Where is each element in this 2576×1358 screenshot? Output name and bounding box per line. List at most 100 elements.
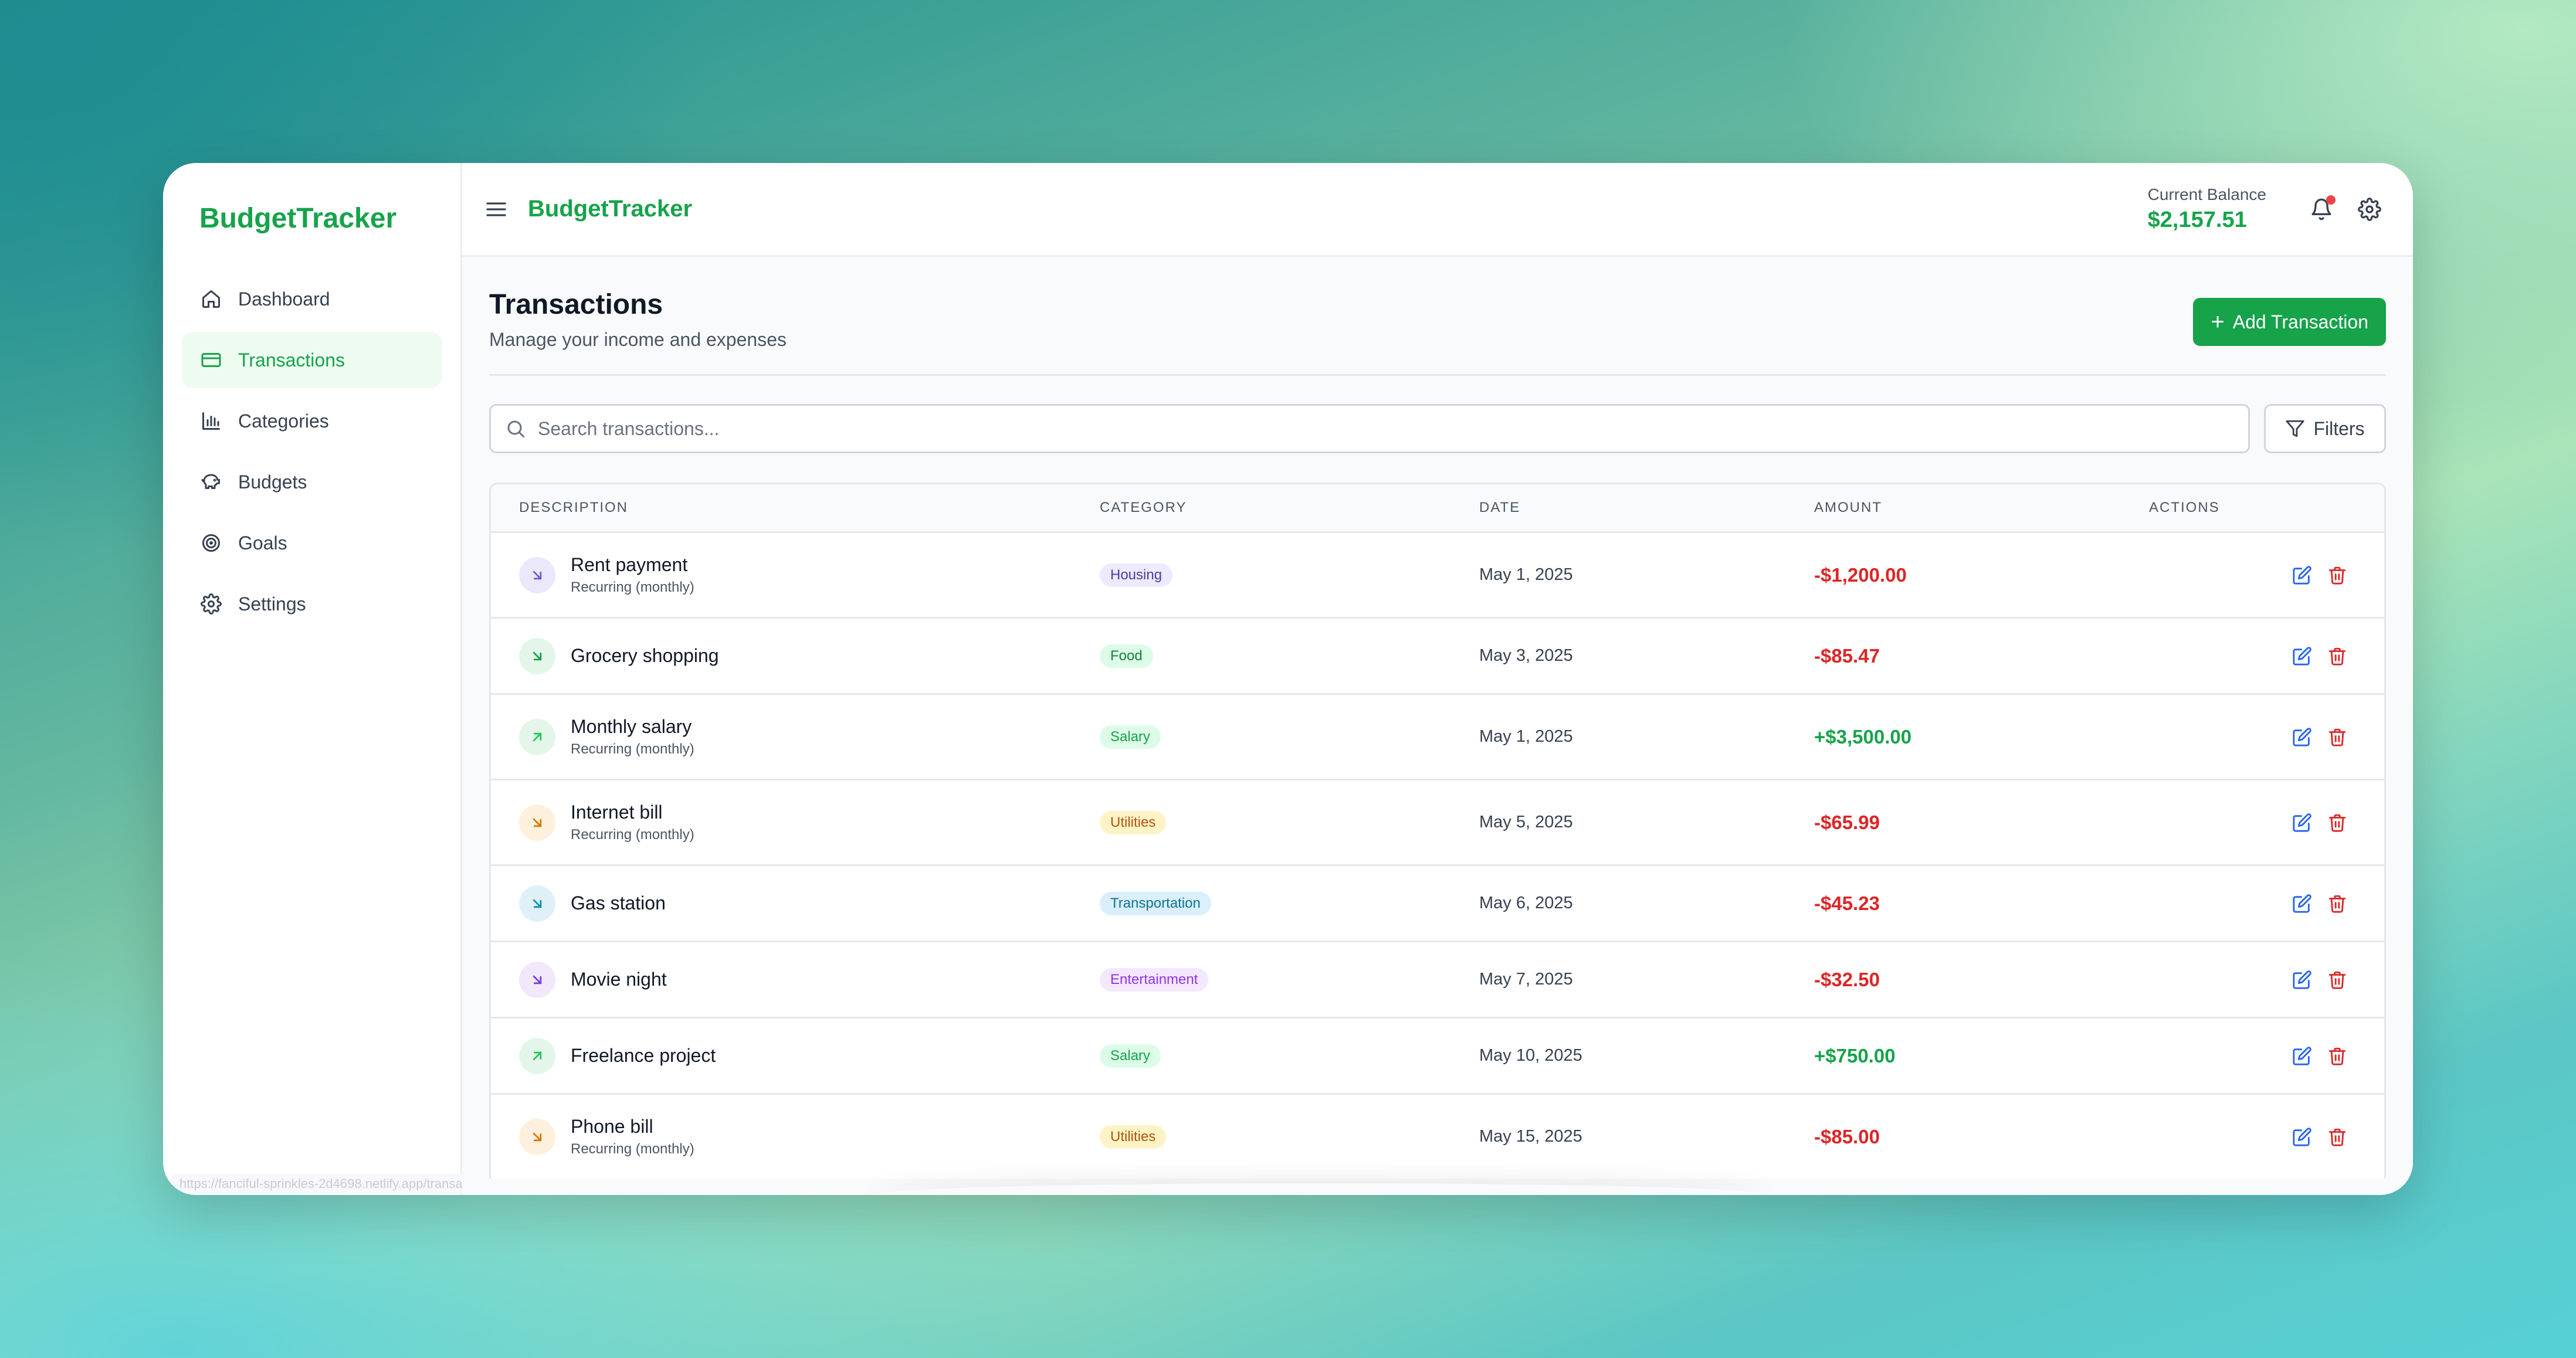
- category-badge: Food: [1100, 644, 1153, 668]
- amount-cell: -$32.50: [1814, 968, 1880, 990]
- header-brand[interactable]: BudgetTracker: [528, 196, 692, 222]
- piggy-bank-icon: [199, 470, 223, 494]
- header-amount: Amount: [1814, 500, 1882, 515]
- description-cell: Gas station: [519, 885, 1100, 922]
- arrow-down-right-icon: [519, 961, 555, 998]
- sidebar-item-label: Categories: [238, 410, 329, 432]
- category-badge: Salary: [1100, 725, 1161, 749]
- category-badge: Utilities: [1100, 810, 1167, 834]
- date-cell: May 1, 2025: [1479, 565, 1573, 584]
- amount-cell: -$85.47: [1814, 644, 1880, 667]
- trash-icon[interactable]: [2324, 967, 2350, 993]
- transaction-recurrence: Recurring (monthly): [571, 741, 694, 757]
- search-box: [489, 404, 2250, 453]
- sidebar-item-label: Dashboard: [238, 288, 330, 310]
- actions-cell: [2149, 562, 2356, 588]
- actions-cell: [2149, 1043, 2356, 1069]
- menu-icon[interactable]: [484, 198, 508, 221]
- page-subtitle: Manage your income and expenses: [489, 329, 787, 350]
- arrow-down-right-icon: [519, 1118, 555, 1155]
- status-url: https://fanciful-sprinkles-2d4698.netlif…: [171, 1174, 505, 1194]
- transaction-title: Phone bill: [571, 1116, 653, 1137]
- filters-label: Filters: [2313, 417, 2365, 439]
- date-cell: May 5, 2025: [1479, 813, 1573, 831]
- search-row: Filters: [489, 404, 2386, 453]
- plus-icon: +: [2211, 309, 2225, 335]
- date-cell: May 3, 2025: [1479, 646, 1573, 665]
- filter-icon: [2286, 420, 2305, 437]
- sidebar-item-categories[interactable]: Categories: [182, 393, 442, 449]
- header-date: Date: [1479, 500, 1521, 515]
- transaction-title: Internet bill: [571, 802, 663, 823]
- table-row: Gas station Transportation May 6, 2025 -$45…: [491, 864, 2384, 941]
- amount-cell: -$45.23: [1814, 892, 1880, 914]
- top-bar: BudgetTracker Current Balance $2,157.51: [462, 163, 2413, 257]
- arrow-down-right-icon: [519, 556, 555, 593]
- table-body: Rent payment Recurring (monthly) Housing Ma…: [491, 531, 2384, 1179]
- sidebar: BudgetTracker Dashboard Transactions Categ…: [163, 163, 505, 1195]
- category-cell: Utilities: [1100, 810, 1479, 834]
- edit-icon[interactable]: [2289, 1124, 2315, 1150]
- transaction-recurrence: Recurring (monthly): [571, 827, 694, 843]
- trash-icon[interactable]: [2324, 562, 2350, 588]
- category-badge: Utilities: [1100, 1125, 1167, 1149]
- edit-icon[interactable]: [2289, 810, 2315, 836]
- description-cell: Internet bill Recurring (monthly): [519, 802, 1100, 843]
- transaction-title: Movie night: [571, 969, 667, 990]
- edit-icon[interactable]: [2289, 562, 2315, 588]
- sidebar-item-budgets[interactable]: Budgets: [182, 454, 442, 510]
- transactions-table: Description Category Date Amount Actions…: [489, 483, 2386, 1179]
- amount-cell: -$1,200.00: [1814, 563, 1907, 586]
- table-row: Movie night Entertainment May 7, 2025 -$32.…: [491, 941, 2384, 1017]
- trash-icon[interactable]: [2324, 810, 2350, 836]
- transaction-title: Rent payment: [571, 554, 688, 575]
- edit-icon[interactable]: [2289, 967, 2315, 993]
- trash-icon[interactable]: [2324, 1124, 2350, 1150]
- table-row: Grocery shopping Food May 3, 2025 -$85.47: [491, 617, 2384, 693]
- trash-icon[interactable]: [2324, 891, 2350, 916]
- amount-cell: -$85.00: [1814, 1125, 1880, 1147]
- edit-icon[interactable]: [2289, 724, 2315, 750]
- main-area: BudgetTracker Current Balance $2,157.51 …: [462, 163, 2413, 1195]
- header-description: Description: [519, 500, 629, 515]
- page-title: Transactions: [489, 289, 663, 320]
- transaction-title: Monthly salary: [571, 716, 692, 737]
- home-icon: [199, 287, 223, 311]
- description-cell: Freelance project: [519, 1037, 1100, 1074]
- add-transaction-button[interactable]: + Add Transaction: [2193, 298, 2386, 346]
- sidebar-item-dashboard[interactable]: Dashboard: [182, 271, 442, 327]
- transaction-title: Grocery shopping: [571, 645, 719, 666]
- date-cell: May 10, 2025: [1479, 1046, 1582, 1065]
- trash-icon[interactable]: [2324, 643, 2350, 669]
- sidebar-item-transactions[interactable]: Transactions: [182, 332, 442, 388]
- trash-icon[interactable]: [2324, 724, 2350, 750]
- sidebar-item-label: Goals: [238, 532, 287, 554]
- category-cell: Entertainment: [1100, 967, 1479, 992]
- table-row: Rent payment Recurring (monthly) Housing Ma…: [491, 531, 2384, 617]
- edit-icon[interactable]: [2289, 643, 2315, 669]
- amount-cell: -$65.99: [1814, 811, 1880, 833]
- gear-icon[interactable]: [2353, 193, 2386, 226]
- arrow-down-right-icon: [519, 637, 555, 674]
- page-header: Transactions Manage your income and expe…: [489, 288, 2386, 376]
- filters-button[interactable]: Filters: [2264, 404, 2386, 453]
- date-cell: May 1, 2025: [1479, 727, 1573, 746]
- sidebar-item-settings[interactable]: Settings: [182, 576, 442, 632]
- sidebar-item-label: Budgets: [238, 471, 307, 493]
- table-row: Phone bill Recurring (monthly) Utilities Ma…: [491, 1093, 2384, 1179]
- search-input[interactable]: [537, 417, 2248, 440]
- table-row: Freelance project Salary May 10, 2025 +$750…: [491, 1017, 2384, 1093]
- sidebar-item-goals[interactable]: Goals: [182, 515, 442, 571]
- sidebar-brand[interactable]: BudgetTracker: [182, 198, 442, 239]
- actions-cell: [2149, 810, 2356, 836]
- credit-card-icon: [199, 348, 223, 372]
- trash-icon[interactable]: [2324, 1043, 2350, 1069]
- edit-icon[interactable]: [2289, 891, 2315, 916]
- notification-dot: [2326, 195, 2336, 205]
- bell-icon[interactable]: [2305, 193, 2338, 226]
- category-cell: Salary: [1100, 725, 1479, 749]
- date-cell: May 6, 2025: [1479, 894, 1573, 912]
- balance-value: $2,157.51: [2147, 208, 2247, 232]
- app-window: BudgetTracker Dashboard Transactions Categ…: [163, 163, 2413, 1195]
- edit-icon[interactable]: [2289, 1043, 2315, 1069]
